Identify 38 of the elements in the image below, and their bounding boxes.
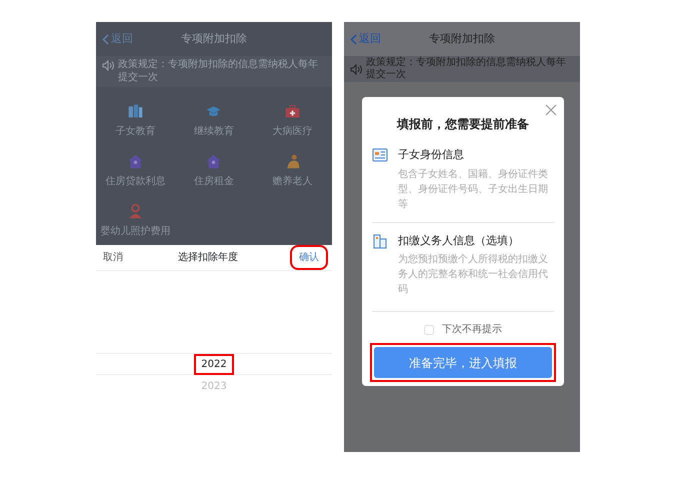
item-description: 包含子女姓名、国籍、身份证件类型、身份证件号码、子女出生日期等 bbox=[398, 168, 549, 212]
confirm-button[interactable]: 确认 bbox=[292, 247, 326, 268]
year-option[interactable]: 2023 bbox=[196, 378, 232, 394]
category-item[interactable]: 子女教育 bbox=[96, 95, 175, 145]
policy-notice: 政策规定：专项附加扣除的信息需纳税人每年提交一次 bbox=[118, 59, 319, 84]
item-title: 子女身份信息 bbox=[398, 147, 465, 163]
category-item[interactable]: 继续教育 bbox=[174, 95, 254, 145]
category-item[interactable]: 赡养老人 bbox=[253, 145, 332, 195]
screen-title: 专项附加扣除 bbox=[181, 30, 247, 47]
id-card-icon bbox=[372, 147, 388, 163]
category-icon bbox=[126, 203, 144, 220]
item-title: 扣缴义务人信息（选填） bbox=[398, 232, 520, 248]
cancel-button[interactable]: 取消 bbox=[102, 249, 124, 266]
building-icon bbox=[372, 232, 388, 248]
category-item[interactable]: 住房贷款利息 bbox=[96, 145, 175, 195]
picker-title: 选择扣除年度 bbox=[178, 250, 238, 265]
category-icon bbox=[126, 103, 144, 120]
back-link[interactable]: 返回 bbox=[102, 31, 133, 48]
speaker-icon bbox=[102, 60, 114, 71]
modal-title: 填报前，您需要提前准备 bbox=[396, 116, 530, 133]
speaker-icon bbox=[350, 64, 362, 75]
checkbox[interactable] bbox=[424, 324, 434, 334]
category-icon bbox=[284, 103, 302, 120]
screen-title: 专项附加扣除 bbox=[429, 30, 495, 47]
category-item[interactable]: 住房租金 bbox=[174, 145, 254, 195]
category-icon bbox=[205, 153, 222, 170]
year-option[interactable]: 2022 bbox=[196, 356, 232, 372]
category-item[interactable]: 婴幼儿照护费用 bbox=[96, 195, 175, 245]
close-button[interactable] bbox=[544, 103, 556, 115]
checkbox-label: 下次不再提示 bbox=[442, 323, 502, 337]
back-link[interactable]: 返回 bbox=[350, 31, 381, 48]
back-icon bbox=[350, 34, 357, 45]
submit-button[interactable]: 准备完毕，进入填报 bbox=[374, 347, 552, 378]
back-icon bbox=[102, 34, 109, 45]
category-icon bbox=[126, 153, 144, 170]
category-item[interactable]: 大病医疗 bbox=[253, 95, 332, 145]
policy-notice: 政策规定：专项附加扣除的信息需纳税人每年提交一次 bbox=[366, 56, 567, 82]
item-description: 为您预扣预缴个人所得税的扣缴义务人的完整名称和统一社会信用代码 bbox=[398, 252, 549, 297]
